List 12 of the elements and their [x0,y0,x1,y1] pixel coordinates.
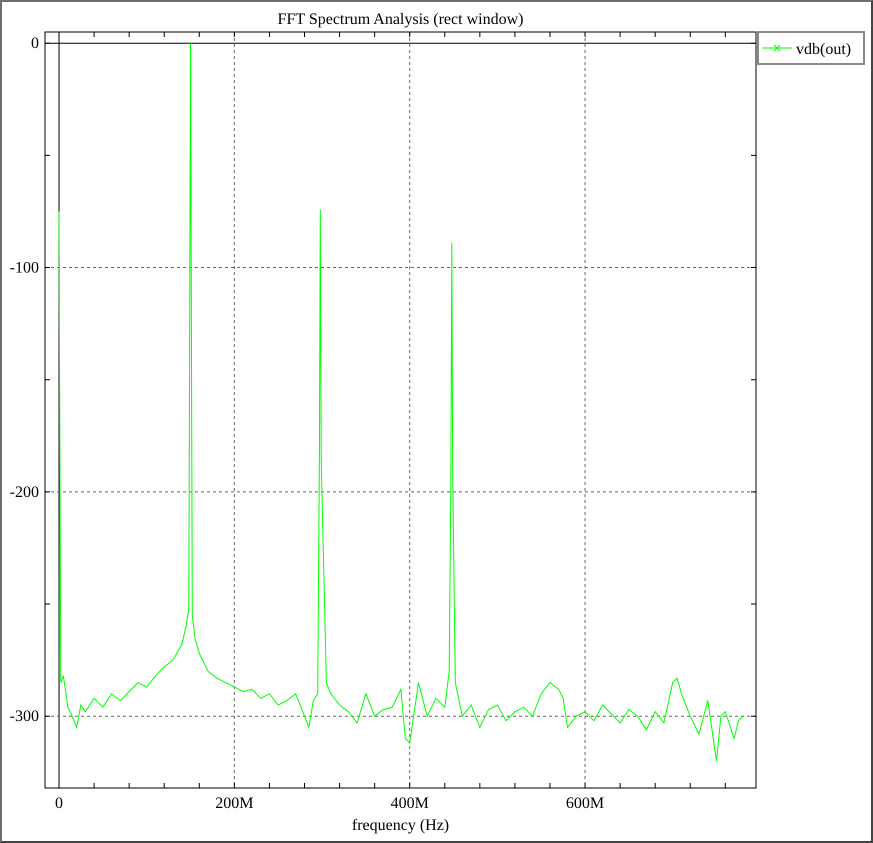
tick-label: -300 [10,708,39,726]
legend-marker-icon [762,44,792,52]
tick-label: 0 [55,795,64,812]
tick-label: 600M [566,795,604,812]
tick-label: 0 [31,35,39,52]
tick-label: 200M [215,795,254,812]
legend-label: vdb(out) [796,41,852,58]
tick-label: -100 [10,260,39,277]
tick-label: -200 [10,484,39,501]
tick-label: 400M [390,795,429,812]
x-axis-label: frequency (Hz) [352,817,450,834]
chart-title: FFT Spectrum Analysis (rect window) [278,11,524,28]
